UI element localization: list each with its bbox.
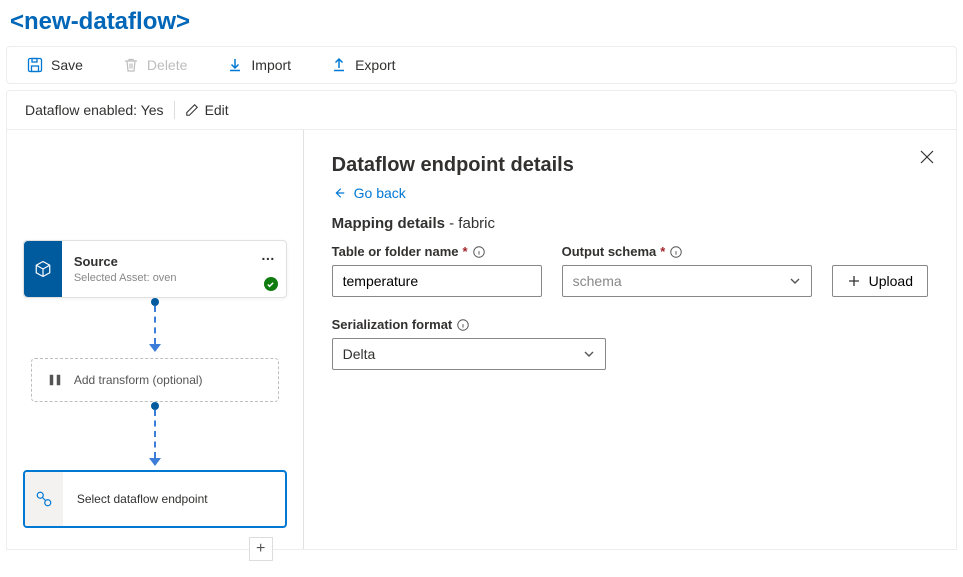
edit-icon — [185, 103, 199, 117]
required-mark: * — [660, 244, 665, 259]
upload-button[interactable]: Upload — [832, 265, 928, 297]
delete-label: Delete — [147, 57, 187, 73]
field-format: Serialization format Delta — [332, 317, 606, 370]
node-endpoint[interactable]: Select dataflow endpoint — [23, 470, 287, 528]
status-bar: Dataflow enabled: Yes Edit — [6, 90, 957, 130]
node-source-more[interactable]: … — [261, 247, 276, 263]
format-select[interactable]: Delta — [332, 338, 606, 370]
form-row-2: Serialization format Delta — [332, 317, 928, 370]
connector-dot — [151, 402, 159, 410]
save-label: Save — [51, 57, 83, 73]
required-mark: * — [463, 244, 468, 259]
endpoint-icon-box — [25, 472, 63, 526]
go-back-label: Go back — [354, 185, 406, 201]
schema-placeholder: schema — [573, 273, 622, 289]
connector-line — [154, 306, 156, 344]
plus-icon — [847, 274, 861, 288]
node-transform[interactable]: Add transform (optional) — [31, 358, 279, 402]
connector-dot — [151, 298, 159, 306]
field-schema: Output schema * schema — [562, 244, 812, 297]
node-transform-label: Add transform (optional) — [74, 373, 203, 387]
arrow-left-icon — [332, 186, 346, 200]
export-label: Export — [355, 57, 395, 73]
node-source-title: Source — [74, 254, 274, 269]
cube-icon — [34, 260, 52, 278]
node-source-accent — [24, 241, 62, 297]
info-icon[interactable] — [456, 318, 470, 332]
chevron-down-icon — [789, 275, 801, 287]
delete-button: Delete — [123, 57, 187, 73]
save-icon — [27, 57, 43, 73]
export-button[interactable]: Export — [331, 57, 395, 73]
import-label: Import — [251, 57, 291, 73]
endpoint-icon — [35, 490, 53, 508]
connector-arrow — [149, 458, 161, 466]
table-label: Table or folder name * — [332, 244, 542, 259]
transform-icon — [48, 373, 62, 387]
page-title: <new-dataflow> — [0, 0, 963, 46]
close-icon — [920, 150, 934, 164]
info-icon[interactable] — [472, 245, 486, 259]
detail-pane: Dataflow endpoint details Go back Mappin… — [304, 130, 956, 549]
divider — [174, 101, 175, 119]
trash-icon — [123, 57, 139, 73]
import-button[interactable]: Import — [227, 57, 291, 73]
check-icon — [266, 280, 275, 289]
schema-label: Output schema * — [562, 244, 812, 259]
table-input[interactable] — [332, 265, 542, 297]
node-endpoint-label: Select dataflow endpoint — [77, 492, 208, 506]
export-icon — [331, 57, 347, 73]
success-badge — [264, 277, 278, 291]
connector-arrow — [149, 344, 161, 352]
info-icon[interactable] — [669, 245, 683, 259]
detail-title: Dataflow endpoint details — [332, 154, 928, 177]
node-source-subtitle: Selected Asset: oven — [74, 272, 274, 284]
upload-label: Upload — [869, 273, 913, 289]
section-title: Mapping details - fabric — [332, 215, 928, 232]
save-button[interactable]: Save — [27, 57, 83, 73]
edit-label: Edit — [205, 102, 229, 118]
chevron-down-icon — [583, 348, 595, 360]
format-label: Serialization format — [332, 317, 606, 332]
toolbar: Save Delete Import Export — [6, 46, 957, 84]
edit-button[interactable]: Edit — [185, 102, 229, 118]
plus-icon: + — [256, 541, 265, 557]
add-node-button[interactable]: + — [249, 537, 273, 561]
main-content: Source Selected Asset: oven … Add transf… — [6, 130, 957, 550]
schema-select[interactable]: schema — [562, 265, 812, 297]
go-back-link[interactable]: Go back — [332, 185, 406, 201]
connector-line — [154, 410, 156, 458]
import-icon — [227, 57, 243, 73]
format-value: Delta — [343, 346, 376, 362]
enabled-label: Dataflow enabled: Yes — [25, 102, 164, 118]
form-row-1: Table or folder name * Output schema * — [332, 244, 928, 297]
close-button[interactable] — [920, 150, 934, 164]
field-table: Table or folder name * — [332, 244, 542, 297]
node-source[interactable]: Source Selected Asset: oven … — [23, 240, 287, 298]
dataflow-canvas: Source Selected Asset: oven … Add transf… — [7, 130, 304, 549]
